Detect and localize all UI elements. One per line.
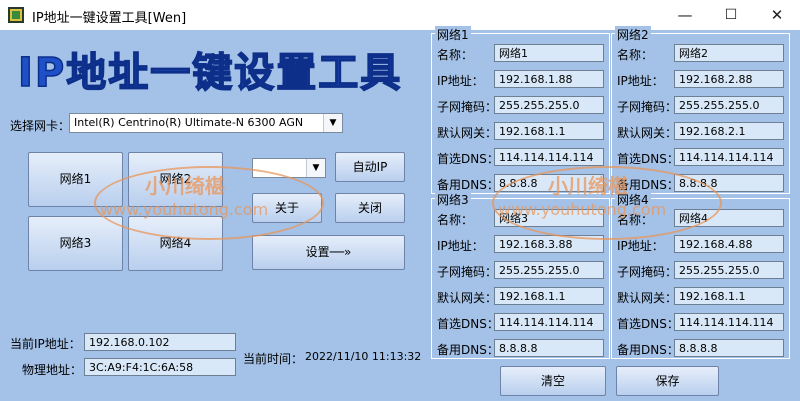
chevron-down-icon[interactable]: ▼ (323, 114, 342, 132)
network-group-title: 网络1 (435, 26, 471, 43)
field-label-gateway: 默认网关： (437, 291, 498, 305)
app-window: IP地址一键设置工具[Wen] — ☐ ✕ IP地址一键设置工具 选择网卡： I… (0, 0, 800, 401)
field-label-ip: IP地址： (437, 74, 484, 88)
mac-address-label: 物理地址： (22, 363, 83, 377)
watermark-text: 小川绮椹 (145, 174, 225, 198)
network-4-mask-input[interactable]: 255.255.255.0 (674, 261, 784, 279)
network-2-dns1-input[interactable]: 114.114.114.114 (674, 148, 784, 166)
field-label-gateway: 默认网关： (617, 291, 678, 305)
current-time-value: 2022/11/10 11:13:32 (305, 350, 422, 363)
network-3-dns1-input[interactable]: 114.114.114.114 (494, 313, 604, 331)
field-label-mask: 子网掩码： (437, 100, 498, 114)
network-2-ip-input[interactable]: 192.168.2.88 (674, 70, 784, 88)
network-2-mask-input[interactable]: 255.255.255.0 (674, 96, 784, 114)
network-4-dns2-input[interactable]: 8.8.8.8 (674, 339, 784, 357)
app-icon (8, 7, 24, 23)
field-label-mask: 子网掩码： (617, 265, 678, 279)
network-group-title: 网络3 (435, 191, 471, 208)
save-button[interactable]: 保存 (616, 366, 719, 396)
auto-ip-button[interactable]: 自动IP (335, 152, 405, 182)
field-label-dns1: 首选DNS： (617, 152, 679, 166)
network-4-dns1-input[interactable]: 114.114.114.114 (674, 313, 784, 331)
network-1-ip-input[interactable]: 192.168.1.88 (494, 70, 604, 88)
watermark-url: www.youhutong.com (498, 200, 667, 219)
network-1-name-input[interactable]: 网络1 (494, 44, 604, 62)
watermark-text: 小川绮椹 (548, 174, 628, 198)
network-3-gateway-input[interactable]: 192.168.1.1 (494, 287, 604, 305)
close-button[interactable]: ✕ (754, 0, 800, 30)
field-label-mask: 子网掩码： (437, 265, 498, 279)
field-label-dns1: 首选DNS： (437, 317, 499, 331)
watermark-url: www.youhutong.com (100, 200, 269, 219)
adapter-label: 选择网卡： (10, 119, 71, 133)
field-label-gateway: 默认网关： (617, 126, 678, 140)
network-1-gateway-input[interactable]: 192.168.1.1 (494, 122, 604, 140)
network-4-ip-input[interactable]: 192.168.4.88 (674, 235, 784, 253)
mac-address-field: 3C:A9:F4:1C:6A:58 (84, 358, 236, 376)
network-1-dns1-input[interactable]: 114.114.114.114 (494, 148, 604, 166)
chevron-down-icon[interactable]: ▼ (306, 159, 325, 177)
network-3-button[interactable]: 网络3 (28, 216, 123, 271)
clear-button[interactable]: 清空 (500, 366, 606, 396)
network-group-title: 网络2 (615, 26, 651, 43)
current-ip-field: 192.168.0.102 (84, 333, 236, 351)
network-4-gateway-input[interactable]: 192.168.1.1 (674, 287, 784, 305)
network-2-gateway-input[interactable]: 192.168.2.1 (674, 122, 784, 140)
current-ip-label: 当前IP地址： (10, 337, 81, 351)
app-title: IP地址一键设置工具 (18, 50, 402, 96)
network-1-mask-input[interactable]: 255.255.255.0 (494, 96, 604, 114)
network-3-dns2-input[interactable]: 8.8.8.8 (494, 339, 604, 357)
field-label-name: 名称： (617, 48, 654, 62)
field-label-ip: IP地址： (437, 239, 484, 253)
network-2-name-input[interactable]: 网络2 (674, 44, 784, 62)
field-label-dns1: 首选DNS： (437, 152, 499, 166)
field-label-ip: IP地址： (617, 74, 664, 88)
field-label-name: 名称： (437, 213, 474, 227)
window-title: IP地址一键设置工具[Wen] (32, 11, 187, 26)
field-label-mask: 子网掩码： (617, 100, 678, 114)
maximize-button[interactable]: ☐ (708, 0, 754, 30)
apply-settings-button[interactable]: 设置──» (252, 235, 405, 270)
close-app-button[interactable]: 关闭 (335, 193, 405, 223)
title-bar: IP地址一键设置工具[Wen] — ☐ ✕ (0, 0, 800, 30)
adapter-select-value: Intel(R) Centrino(R) Ultimate-N 6300 AGN (74, 116, 304, 129)
network-3-mask-input[interactable]: 255.255.255.0 (494, 261, 604, 279)
field-label-gateway: 默认网关： (437, 126, 498, 140)
minimize-button[interactable]: — (662, 0, 708, 30)
app-title-banner: IP地址一键设置工具 (17, 49, 402, 97)
field-label-name: 名称： (437, 48, 474, 62)
field-label-dns2: 备用DNS： (617, 343, 679, 357)
field-label-dns1: 首选DNS： (617, 317, 679, 331)
current-time-label: 当前时间： (243, 352, 304, 366)
field-label-dns2: 备用DNS： (437, 343, 499, 357)
adapter-select[interactable]: Intel(R) Centrino(R) Ultimate-N 6300 AGN… (69, 113, 343, 133)
